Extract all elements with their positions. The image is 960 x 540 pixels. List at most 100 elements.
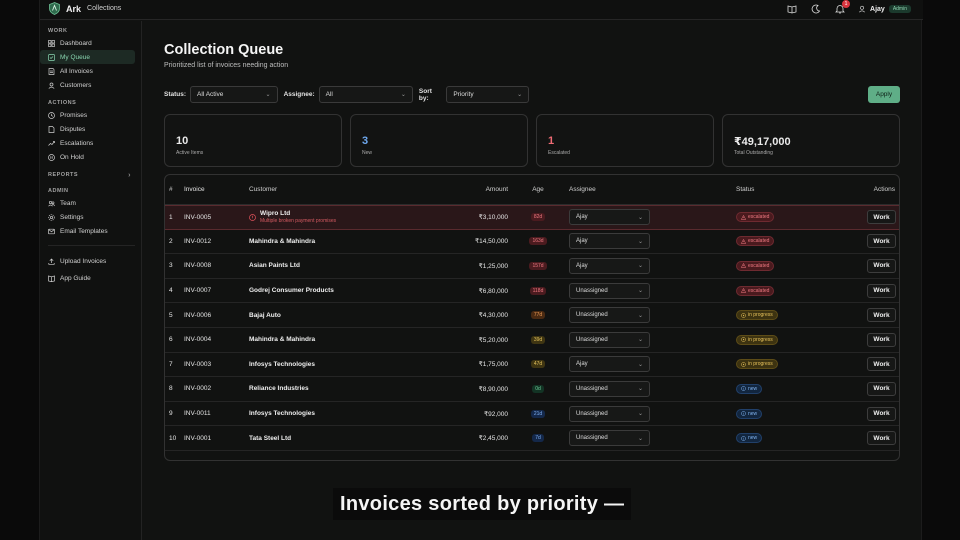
sidebar-item-disputes[interactable]: Disputes [40,122,135,136]
customer-note: Multiple broken payment promises [260,218,337,225]
section-title-reports[interactable]: REPORTS › [40,170,141,180]
status-badge: new [736,408,763,419]
sidebar-item-settings[interactable]: Settings [40,210,135,224]
assignee-value: Unassigned [576,410,608,417]
sidebar-item-customers[interactable]: Customers [40,78,135,92]
table-row[interactable]: 10 INV-0001 Tata Steel Ltd ₹2,45,000 7d Unass… [165,426,899,451]
sidebar-item-dashboard[interactable]: Dashboard [40,36,135,50]
assignee-select[interactable]: Unassigned ⌄ [569,307,650,324]
sidebar-item-promises[interactable]: Promises [40,108,135,122]
actions-cell: Work [867,381,896,396]
work-button[interactable]: Work [867,431,896,446]
table-row[interactable]: 7 INV-0003 Infosys Technologies ₹1,75,000 47… [165,353,899,378]
status-text: new [748,410,758,417]
user-menu[interactable]: Ajay Admin [858,5,911,13]
status-filter-label: Status: [164,91,187,98]
invoice-id[interactable]: INV-0011 [184,410,211,417]
sidebar-item-team[interactable]: Team [40,196,135,210]
sidebar-item-upload-invoices[interactable]: Upload Invoices [40,254,135,268]
brand[interactable]: Ark Collections [49,2,121,15]
status-text: escalated [748,262,770,269]
age-cell: 21d [529,409,547,418]
sidebar-item-all-invoices[interactable]: All Invoices [40,64,135,78]
row-number: 3 [169,262,173,270]
work-button[interactable]: Work [867,381,896,396]
work-button[interactable]: Work [867,210,896,225]
assignee-value: Ajay [576,262,588,269]
sidebar-item-email-templates[interactable]: Email Templates [40,224,135,238]
customer-cell: Wipro Ltd Multiple broken payment promise… [249,210,336,224]
table-row[interactable]: 6 INV-0004 Mahindra & Mahindra ₹5,20,000 39d… [165,328,899,353]
customer-name: Godrej Consumer Products [249,287,334,295]
table-row[interactable]: 1 INV-0005 Wipro Ltd Multiple broken paymen… [165,205,899,230]
status-select[interactable]: All Active ⌄ [190,86,278,103]
table-row[interactable]: 5 INV-0006 Bajaj Auto ₹4,30,000 77d Unassigne… [165,303,899,328]
table-row[interactable]: 4 INV-0007 Godrej Consumer Products ₹6,80,0… [165,279,899,304]
sort-label: Sort by: [418,87,432,102]
bell-icon[interactable]: 1 [834,0,851,15]
sort-select[interactable]: Priority ⌄ [446,86,530,103]
gear-icon [48,213,55,221]
assignee-select[interactable]: Ajay ⌄ [569,209,650,226]
assignee-select[interactable]: Ajay ⌄ [569,257,650,274]
work-button[interactable]: Work [867,357,896,372]
sidebar-item-escalations[interactable]: Escalations [40,136,135,150]
assignee-select[interactable]: Unassigned ⌄ [569,282,650,299]
amount: ₹1,75,000 [478,361,508,369]
summary-card: 1 Escalated [536,114,714,167]
assignee-select[interactable]: Unassigned ⌄ [569,430,650,447]
work-button[interactable]: Work [867,308,896,323]
customer-cell: Reliance Industries [249,385,309,392]
assignee-select[interactable]: Ajay ⌄ [569,233,650,250]
status-text: escalated [748,214,770,221]
status-cell: new [736,408,763,419]
book-icon[interactable] [786,3,798,15]
sidebar: WORK Dashboard My Queue All Invoices Custom… [40,21,142,540]
chevron-down-icon: ⌄ [637,312,643,319]
status-text: new [748,435,758,442]
moon-icon[interactable] [810,3,822,15]
assignee-cell: Ajay ⌄ [569,209,650,226]
sidebar-item-label: Upload Invoices [60,257,107,265]
invoice-id[interactable]: INV-0004 [184,336,211,343]
table-row[interactable]: 2 INV-0012 Mahindra & Mahindra ₹14,50,000 16… [165,230,899,255]
status-badge: escalated [736,285,775,296]
status-badge: escalated [736,212,775,223]
assignee-select[interactable]: Ajay ⌄ [569,356,650,373]
invoice-id[interactable]: INV-0008 [184,262,211,269]
warning-triangle-icon [741,263,746,269]
sidebar-item-my-queue[interactable]: My Queue [40,50,135,64]
work-button[interactable]: Work [867,332,896,347]
apply-button[interactable]: Apply [868,86,900,103]
assignee-value: Ajay [576,214,588,221]
age-badge: 0d [532,384,544,393]
table-row[interactable]: 9 INV-0011 Infosys Technologies ₹92,000 21d U… [165,402,899,427]
assignee-select[interactable]: Unassigned ⌄ [569,380,650,397]
work-button[interactable]: Work [867,258,896,273]
work-button[interactable]: Work [867,283,896,298]
status-cell: in progress [736,359,778,370]
work-button[interactable]: Work [867,406,896,421]
age-cell: 47d [529,360,547,369]
invoice-id[interactable]: INV-0002 [184,385,211,392]
assignee-select[interactable]: Unassigned ⌄ [569,331,650,348]
invoice-id[interactable]: INV-0003 [184,361,211,368]
chevron-down-icon: ⌄ [637,411,643,418]
invoice-id[interactable]: INV-0005 [184,214,211,221]
sidebar-item-on-hold[interactable]: On Hold [40,150,135,164]
status-cell: escalated [736,236,775,247]
table-row[interactable]: 8 INV-0002 Reliance Industries ₹8,90,000 0d U… [165,377,899,402]
actions-cell: Work [867,258,896,273]
invoice-id[interactable]: INV-0012 [184,238,211,245]
status-text: in progress [748,336,773,343]
assignee-select[interactable]: Unassigned ⌄ [569,405,650,422]
invoice-id[interactable]: INV-0001 [184,435,211,442]
card-label: Active Items [176,150,204,156]
work-button[interactable]: Work [867,234,896,249]
invoice-id[interactable]: INV-0006 [184,312,211,319]
card-value: 1 [548,135,555,147]
table-row[interactable]: 3 INV-0008 Asian Paints Ltd ₹1,25,000 157d Aj… [165,254,899,279]
assignee-select[interactable]: All ⌄ [318,86,413,103]
sidebar-item-app-guide[interactable]: App Guide [40,271,135,285]
invoice-id[interactable]: INV-0007 [184,287,211,294]
